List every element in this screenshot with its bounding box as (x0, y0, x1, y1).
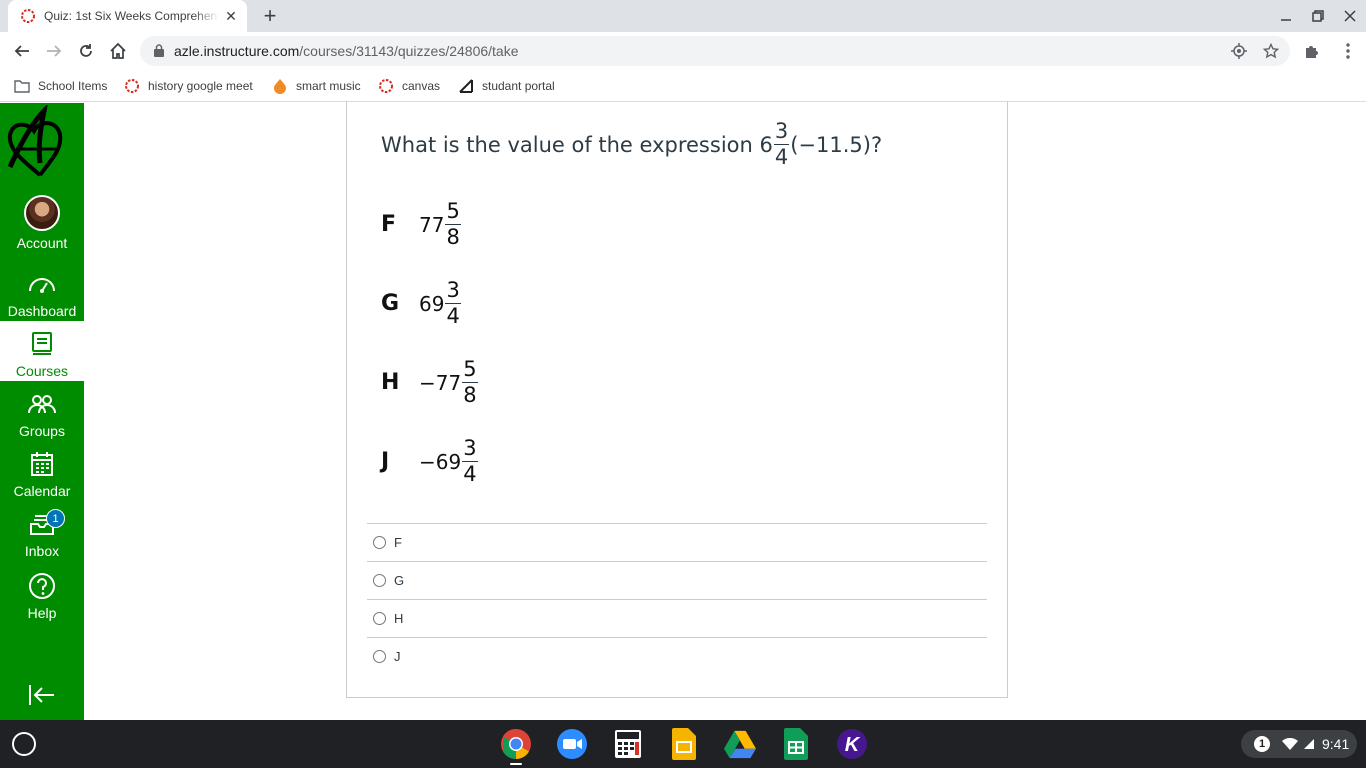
choice-f: F 77 5 8 (381, 199, 461, 249)
prompt-fraction: 3 4 (773, 119, 790, 169)
clock: 9:41 (1322, 736, 1350, 752)
address-bar[interactable]: azle.instructure.com/courses/31143/quizz… (140, 36, 1290, 66)
radio-button[interactable] (373, 650, 386, 663)
courses-icon (27, 329, 57, 359)
question-prompt: What is the value of the expression 6 3 … (381, 119, 883, 169)
bookmark-smart-music[interactable]: smart music (272, 77, 361, 95)
answer-list: F G H J (367, 523, 987, 675)
new-tab-button[interactable]: + (258, 3, 282, 28)
quiz-content: What is the value of the expression 6 3 … (84, 101, 1366, 720)
back-icon[interactable] (10, 39, 34, 63)
forward-icon[interactable] (42, 39, 66, 63)
cellular-icon (1304, 739, 1314, 749)
home-icon[interactable] (106, 39, 130, 63)
close-window-icon[interactable] (1340, 6, 1360, 26)
portal-icon (458, 78, 474, 94)
calendar-icon (27, 449, 57, 479)
radio-button[interactable] (373, 536, 386, 549)
canvas-favicon-icon (378, 78, 394, 94)
choice-h: H −77 5 8 (381, 357, 478, 407)
extensions-icon[interactable] (1303, 42, 1321, 60)
sheets-icon[interactable] (780, 728, 812, 760)
groups-icon (27, 389, 57, 419)
shelf: K 1 9:41 (0, 720, 1366, 768)
answer-option-g[interactable]: G (367, 561, 987, 599)
lock-icon (154, 44, 164, 57)
choice-j: J −69 3 4 (381, 436, 478, 486)
chrome-icon[interactable] (500, 728, 532, 760)
running-indicator (510, 763, 522, 765)
choice-g: G 69 3 4 (381, 278, 461, 328)
canvas-favicon-icon (21, 9, 35, 23)
bookmark-star-icon[interactable] (1262, 42, 1280, 60)
nav-account[interactable]: Account (0, 195, 84, 255)
bookmark-canvas[interactable]: canvas (378, 77, 440, 95)
answer-option-h[interactable]: H (367, 599, 987, 637)
nav-courses[interactable]: Courses (0, 321, 84, 381)
answer-option-j[interactable]: J (367, 637, 987, 675)
tab-strip: Quiz: 1st Six Weeks Comprehensive ✕ + (0, 0, 1366, 32)
calculator-icon[interactable] (612, 728, 644, 760)
zoom-icon[interactable] (556, 728, 588, 760)
inbox-badge: 1 (46, 509, 65, 528)
notification-count: 1 (1254, 736, 1270, 752)
nav-groups[interactable]: Groups (0, 389, 84, 449)
nav-calendar[interactable]: Calendar (0, 449, 84, 509)
bookmark-school-items[interactable]: School Items (14, 77, 107, 95)
reload-icon[interactable] (74, 39, 98, 63)
tab-close-icon[interactable]: ✕ (223, 8, 239, 24)
browser-toolbar: azle.instructure.com/courses/31143/quizz… (0, 32, 1366, 70)
nav-help[interactable]: Help (0, 571, 84, 631)
kahoot-icon[interactable]: K (836, 728, 868, 760)
bookmarks-bar: School Items history google meet smart m… (0, 70, 1366, 102)
tab-title: Quiz: 1st Six Weeks Comprehensive (44, 9, 219, 23)
bookmark-history-google-meet[interactable]: history google meet (124, 77, 253, 95)
url-text: azle.instructure.com/courses/31143/quizz… (174, 43, 519, 59)
restore-icon[interactable] (1308, 6, 1328, 26)
wifi-icon (1282, 738, 1298, 750)
help-icon (27, 571, 57, 601)
svg-text:K: K (845, 734, 861, 756)
radio-button[interactable] (373, 574, 386, 587)
folder-icon (14, 78, 30, 94)
school-logo-icon[interactable] (2, 105, 78, 185)
avatar (24, 195, 60, 231)
smartmusic-icon (272, 78, 288, 94)
canvas-favicon-icon (124, 78, 140, 94)
slides-icon[interactable] (668, 728, 700, 760)
answer-option-f[interactable]: F (367, 523, 987, 561)
launcher-icon[interactable] (12, 732, 36, 756)
minimize-icon[interactable] (1276, 6, 1296, 26)
collapse-nav-icon[interactable] (28, 683, 56, 707)
nav-inbox[interactable]: 1 Inbox (0, 509, 84, 569)
location-icon[interactable] (1230, 42, 1248, 60)
radio-button[interactable] (373, 612, 386, 625)
bookmark-studant-portal[interactable]: studant portal (458, 77, 555, 95)
nav-dashboard[interactable]: Dashboard (0, 269, 84, 329)
menu-icon[interactable] (1336, 39, 1360, 63)
question-card: What is the value of the expression 6 3 … (346, 101, 1008, 698)
status-tray[interactable]: 1 9:41 (1241, 730, 1357, 758)
drive-icon[interactable] (724, 728, 756, 760)
dashboard-icon (27, 269, 57, 299)
global-navigation: Account Dashboard Courses Groups Calenda… (0, 103, 84, 720)
browser-tab[interactable]: Quiz: 1st Six Weeks Comprehensive ✕ (8, 0, 247, 32)
